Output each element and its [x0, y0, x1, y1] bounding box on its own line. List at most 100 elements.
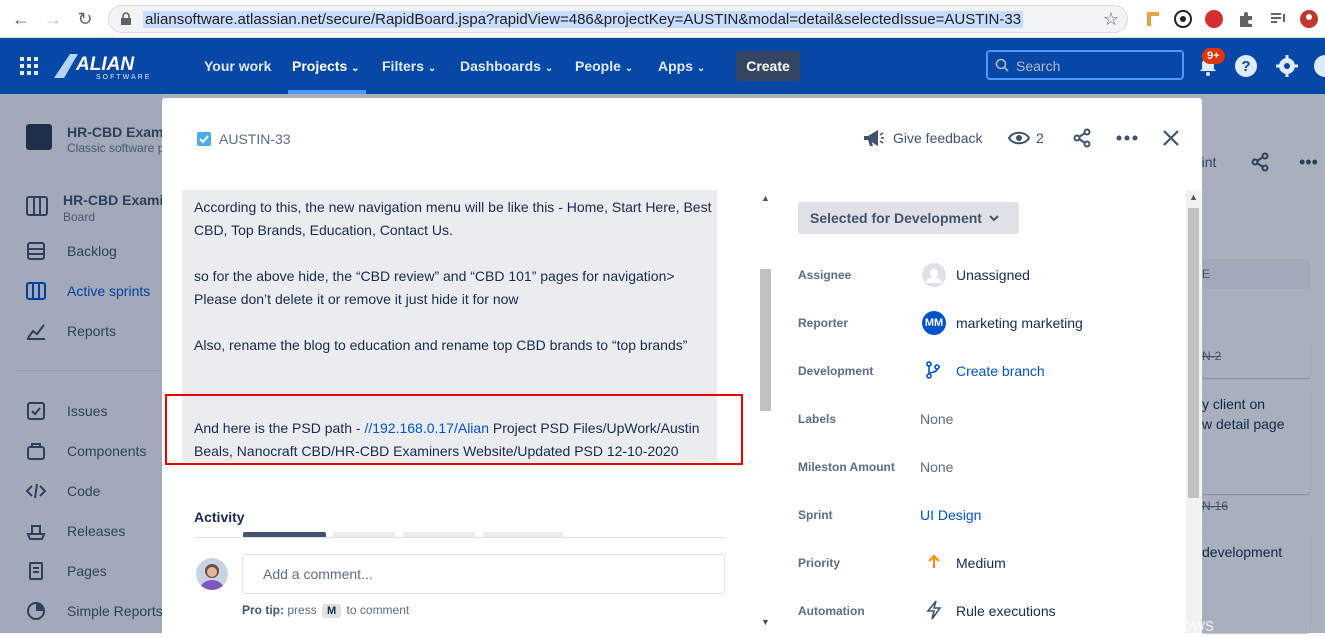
- keyboard-shortcut-key: M: [322, 604, 342, 618]
- assignee-value[interactable]: Unassigned: [956, 267, 1030, 283]
- nav-dashboards[interactable]: Dashboards ⌄: [460, 58, 553, 74]
- unassigned-avatar-icon: [922, 263, 946, 287]
- close-icon[interactable]: [1162, 129, 1180, 147]
- chevron-down-icon: ⌄: [427, 63, 437, 74]
- lightning-bolt-icon: [926, 600, 942, 620]
- automation-label: Automation: [798, 604, 865, 618]
- pro-tip-label: Pro tip:: [242, 603, 284, 617]
- status-label: Selected for Development: [810, 210, 982, 226]
- chevron-down-icon: [989, 215, 999, 222]
- nav-projects[interactable]: Projects ⌄: [292, 58, 360, 74]
- add-comment-input[interactable]: [242, 554, 725, 594]
- nav-your-work[interactable]: Your work: [204, 58, 271, 74]
- help-icon[interactable]: ?: [1234, 54, 1258, 78]
- reporter-label: Reporter: [798, 316, 849, 330]
- nav-people[interactable]: People ⌄: [575, 58, 633, 74]
- forward-arrow-icon[interactable]: →: [42, 8, 64, 30]
- modal-scrollbar[interactable]: ▲: [1186, 190, 1201, 633]
- extension-circle-icon[interactable]: [1173, 9, 1193, 29]
- assignee-label: Assignee: [798, 268, 852, 282]
- pro-tip-press: press: [287, 603, 317, 617]
- chevron-down-icon: ⌄: [624, 63, 634, 74]
- svg-text:?: ?: [1241, 58, 1250, 75]
- description-paragraph: Also, rename the blog to education and r…: [194, 337, 688, 353]
- chevron-down-icon: ⌄: [351, 63, 360, 74]
- description-paragraph: According to this, the new navigation me…: [194, 199, 712, 238]
- nav-filters-label: Filters: [382, 58, 425, 74]
- settings-gear-icon[interactable]: [1275, 54, 1299, 78]
- back-arrow-icon[interactable]: ←: [10, 8, 32, 30]
- nav-apps-label: Apps: [658, 58, 693, 74]
- search-box[interactable]: [986, 50, 1184, 80]
- reading-list-icon[interactable]: [1268, 9, 1288, 29]
- tab-divider: [194, 537, 725, 538]
- description-scrollbar[interactable]: ▲ ▼: [758, 191, 773, 631]
- reporter-value[interactable]: marketing marketing: [956, 315, 1083, 331]
- issue-key[interactable]: AUSTIN-33: [219, 131, 291, 147]
- svg-text:SOFTWARE: SOFTWARE: [96, 74, 151, 81]
- notification-count-badge: 9+: [1202, 48, 1225, 64]
- watch-count: 2: [1036, 130, 1044, 146]
- sprint-label: Sprint: [798, 508, 833, 522]
- activity-heading: Activity: [194, 509, 245, 525]
- current-user-avatar: [196, 558, 228, 590]
- nav-people-label: People: [575, 58, 621, 74]
- eye-icon: [1008, 131, 1030, 145]
- search-input[interactable]: [1016, 56, 1176, 76]
- milestone-amount-value[interactable]: None: [920, 459, 953, 475]
- logo-text: ALIAN: [75, 54, 135, 75]
- extensions-puzzle-icon[interactable]: [1236, 9, 1256, 29]
- rule-executions-link[interactable]: Rule executions: [956, 603, 1056, 619]
- create-button[interactable]: Create: [736, 51, 800, 81]
- browser-toolbar: ← → ↻ aliansoftware.atlassian.net/secure…: [0, 0, 1325, 38]
- chevron-down-icon: ⌄: [696, 63, 706, 74]
- scroll-up-arrow-icon[interactable]: ▲: [761, 193, 770, 203]
- chevron-down-icon: ⌄: [544, 63, 554, 74]
- priority-value[interactable]: Medium: [956, 555, 1006, 571]
- scroll-thumb[interactable]: [1188, 208, 1199, 498]
- scroll-up-arrow-icon[interactable]: ▲: [1189, 192, 1198, 202]
- development-label: Development: [798, 364, 874, 378]
- scroll-down-arrow-icon[interactable]: ▼: [761, 617, 770, 627]
- megaphone-icon: [864, 130, 884, 146]
- priority-medium-arrow-icon: [928, 554, 940, 568]
- pro-tip: Pro tip: press M to comment: [242, 603, 409, 618]
- extension-seo-icon[interactable]: [1204, 9, 1224, 29]
- issue-detail-modal: AUSTIN-33 Give feedback 2 According to t…: [162, 98, 1202, 638]
- create-branch-link[interactable]: Create branch: [956, 363, 1045, 379]
- extension-pencil-icon[interactable]: [1143, 9, 1163, 29]
- lock-icon: [121, 12, 131, 25]
- status-dropdown-button[interactable]: Selected for Development: [798, 202, 1019, 234]
- give-feedback-label: Give feedback: [893, 130, 983, 146]
- reload-icon[interactable]: ↻: [74, 8, 96, 30]
- url-text: aliansoftware.atlassian.net/secure/Rapid…: [143, 11, 1024, 28]
- bookmark-star-icon[interactable]: ☆: [1103, 9, 1119, 30]
- profile-menu-icon[interactable]: [1313, 54, 1325, 78]
- labels-label: Labels: [798, 412, 837, 426]
- nav-filters[interactable]: Filters ⌄: [382, 58, 436, 74]
- sprint-value[interactable]: UI Design: [920, 507, 981, 523]
- profile-avatar-icon[interactable]: [1299, 9, 1319, 29]
- more-actions-icon[interactable]: [1116, 134, 1138, 142]
- address-bar[interactable]: aliansoftware.atlassian.net/secure/Rapid…: [108, 5, 1128, 33]
- milestone-amount-label: Mileston Amount: [798, 460, 895, 474]
- highlight-annotation-box: [165, 394, 743, 465]
- give-feedback-button[interactable]: Give feedback: [862, 126, 987, 150]
- alian-software-logo[interactable]: ALIAN SOFTWARE: [52, 50, 172, 82]
- scroll-thumb[interactable]: [760, 269, 771, 411]
- task-type-icon: [197, 132, 211, 146]
- search-icon: [995, 58, 1009, 72]
- pro-tip-suffix: to comment: [346, 603, 410, 617]
- watch-button[interactable]: 2: [1008, 126, 1048, 150]
- priority-label: Priority: [798, 556, 841, 570]
- share-icon[interactable]: [1072, 128, 1092, 148]
- reporter-avatar: MM: [922, 311, 946, 335]
- top-navigation: ALIAN SOFTWARE Your work Projects ⌄ Filt…: [0, 38, 1325, 94]
- nav-projects-label: Projects: [292, 58, 348, 74]
- nav-dashboards-label: Dashboards: [460, 58, 541, 74]
- app-switcher-icon[interactable]: [20, 57, 38, 75]
- labels-value[interactable]: None: [920, 411, 953, 427]
- description-paragraph: so for the above hide, the “CBD review” …: [194, 268, 675, 307]
- nav-apps[interactable]: Apps ⌄: [658, 58, 705, 74]
- branch-icon: [926, 361, 940, 379]
